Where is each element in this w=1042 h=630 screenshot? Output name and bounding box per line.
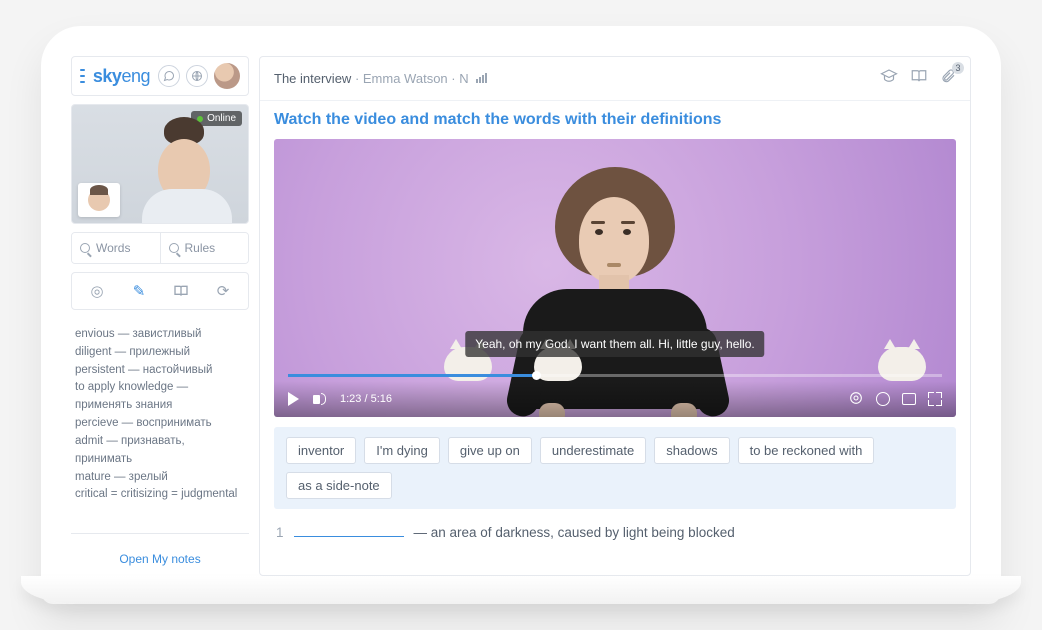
tutor-video bbox=[134, 117, 244, 224]
self-video-pip[interactable] bbox=[78, 183, 120, 217]
rules-search[interactable]: Rules bbox=[161, 233, 249, 263]
search-icon bbox=[80, 243, 90, 253]
question-row: 1 — an area of darkness, caused by light… bbox=[274, 519, 956, 544]
lesson-title: The interview bbox=[274, 71, 351, 86]
target-icon[interactable]: ◎ bbox=[87, 281, 107, 301]
word-chip[interactable]: underestimate bbox=[540, 437, 646, 464]
attachments-count: 3 bbox=[952, 62, 964, 74]
vocab-list: envious — завистливый diligent — прилежн… bbox=[71, 318, 249, 534]
play-button[interactable] bbox=[288, 392, 299, 406]
open-book-icon[interactable] bbox=[910, 67, 928, 90]
theater-icon[interactable] bbox=[902, 393, 916, 405]
attachments-icon[interactable]: 3 bbox=[940, 68, 956, 89]
rules-placeholder: Rules bbox=[185, 241, 216, 255]
video-chat-panel[interactable]: Online bbox=[71, 104, 249, 224]
user-avatar[interactable] bbox=[214, 63, 240, 89]
grad-cap-icon[interactable] bbox=[880, 67, 898, 90]
time-display: 1:23 / 5:16 bbox=[340, 393, 392, 405]
progress-bar[interactable] bbox=[288, 374, 942, 377]
word-chip[interactable]: shadows bbox=[654, 437, 729, 464]
logo-sky: sky bbox=[93, 66, 122, 86]
word-chip[interactable]: inventor bbox=[286, 437, 356, 464]
video-controls: 1:23 / 5:16 bbox=[274, 381, 956, 417]
vocab-item[interactable]: percieve — воспринимать bbox=[75, 415, 243, 433]
question-text: — an area of darkness, caused by light b… bbox=[414, 525, 735, 540]
word-chip[interactable]: I'm dying bbox=[364, 437, 440, 464]
vocab-item[interactable]: diligent — прилежный bbox=[75, 344, 243, 362]
book-icon[interactable] bbox=[171, 281, 191, 301]
answer-blank[interactable] bbox=[294, 523, 404, 537]
chat-icon[interactable] bbox=[158, 65, 180, 87]
question-number: 1 bbox=[276, 525, 284, 540]
level-label: N bbox=[459, 71, 468, 86]
vocab-item[interactable]: admit — признавать, принимать bbox=[75, 433, 243, 469]
vocab-item[interactable]: mature — зрелый bbox=[75, 469, 243, 487]
word-chip[interactable]: give up on bbox=[448, 437, 532, 464]
video-player[interactable]: Yeah, oh my God. I want them all. Hi, li… bbox=[274, 139, 956, 417]
vocab-item[interactable]: to apply knowledge — применять знания bbox=[75, 379, 243, 415]
open-notes-link[interactable]: Open My notes bbox=[71, 542, 249, 576]
word-bank: inventor I'm dying give up on underestim… bbox=[274, 427, 956, 509]
task-title: Watch the video and match the words with… bbox=[274, 111, 956, 129]
tool-row: ◎ ✎ ⟳ bbox=[71, 272, 249, 310]
logo-eng: eng bbox=[121, 66, 150, 86]
video-caption: Yeah, oh my God. I want them all. Hi, li… bbox=[465, 331, 764, 357]
globe-icon[interactable] bbox=[186, 65, 208, 87]
dictionary-search: Words Rules bbox=[71, 232, 249, 264]
refresh-icon[interactable]: ⟳ bbox=[213, 281, 233, 301]
word-chip[interactable]: as a side-note bbox=[286, 472, 392, 499]
breadcrumb: The interview · Emma Watson · N bbox=[260, 57, 970, 101]
search-icon bbox=[169, 243, 179, 253]
volume-button[interactable] bbox=[313, 393, 326, 405]
logo[interactable]: skyeng bbox=[93, 66, 150, 87]
topic-title: Emma Watson bbox=[363, 71, 448, 86]
settings-icon[interactable] bbox=[876, 392, 890, 406]
words-search[interactable]: Words bbox=[72, 233, 161, 263]
loop-icon[interactable] bbox=[848, 390, 864, 409]
pencil-icon[interactable]: ✎ bbox=[129, 281, 149, 301]
vocab-item[interactable]: critical = critisizing = judgmental bbox=[75, 486, 243, 504]
vocab-item[interactable]: envious — завистливый bbox=[75, 326, 243, 344]
sidebar-header: skyeng bbox=[71, 56, 249, 96]
signal-icon bbox=[476, 73, 487, 83]
vocab-item[interactable]: persistent — настойчивый bbox=[75, 362, 243, 380]
menu-icon[interactable] bbox=[80, 69, 85, 83]
words-placeholder: Words bbox=[96, 241, 130, 255]
word-chip[interactable]: to be reckoned with bbox=[738, 437, 875, 464]
fullscreen-icon[interactable] bbox=[928, 392, 942, 406]
